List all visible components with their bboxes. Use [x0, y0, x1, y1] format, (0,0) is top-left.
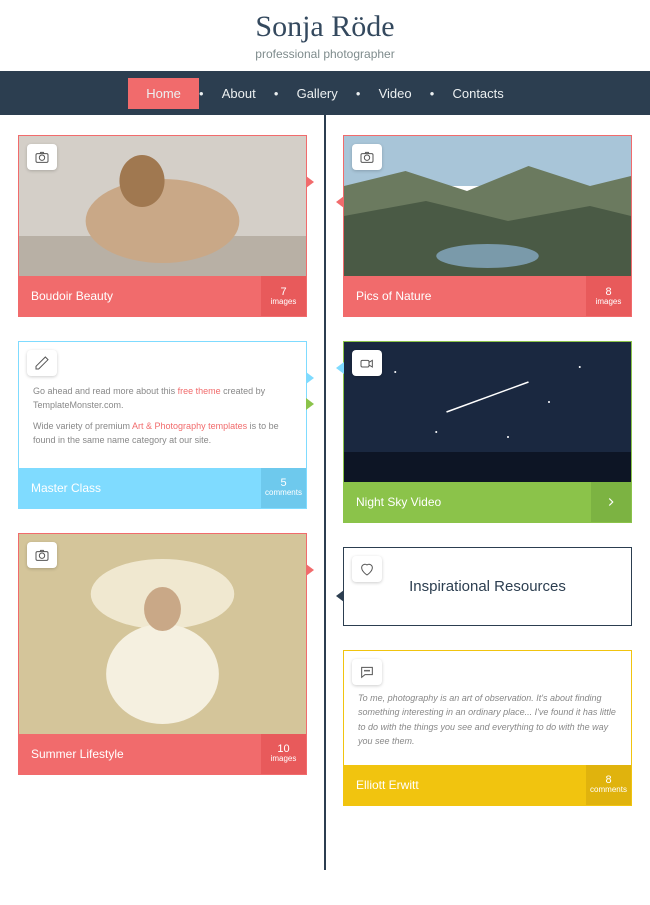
timeline-marker [306, 176, 314, 188]
nav-home[interactable]: Home [128, 78, 199, 109]
camera-icon [27, 144, 57, 170]
left-column: Boudoir Beauty 7images Go ahead and read… [0, 135, 325, 830]
card-image [344, 342, 631, 482]
comment-icon [352, 659, 382, 685]
play-button[interactable] [591, 482, 631, 522]
timeline-marker [306, 398, 314, 410]
image-count: 8images [586, 276, 631, 316]
timeline-marker [336, 196, 344, 208]
card-resources[interactable]: Inspirational Resources [343, 547, 632, 626]
card-boudoir[interactable]: Boudoir Beauty 7images [18, 135, 307, 317]
card-image [344, 136, 631, 276]
quote-text: To me, photography is an art of observat… [344, 651, 631, 765]
timeline-marker [336, 362, 344, 374]
timeline-marker [306, 372, 314, 384]
card-image [19, 534, 306, 734]
card-master-class[interactable]: Go ahead and read more about this free t… [18, 341, 307, 509]
comment-count: 8comments [586, 765, 631, 805]
comment-count: 5comments [261, 468, 306, 508]
image-count: 10images [261, 734, 306, 774]
card-image [19, 136, 306, 276]
image-count: 7images [261, 276, 306, 316]
right-column: Pics of Nature 8images Night Sky Video I… [325, 135, 650, 830]
timeline: Boudoir Beauty 7images Go ahead and read… [0, 115, 650, 870]
card-nature[interactable]: Pics of Nature 8images [343, 135, 632, 317]
card-night-sky[interactable]: Night Sky Video [343, 341, 632, 523]
templates-link[interactable]: Art & Photography templates [132, 421, 247, 431]
camera-icon [27, 542, 57, 568]
card-title: Pics of Nature [344, 276, 586, 316]
site-header: Sonja Röde professional photographer [0, 0, 650, 71]
main-nav: Home ● About ● Gallery ● Video ● Contact… [0, 71, 650, 115]
timeline-line [324, 115, 326, 870]
timeline-marker [306, 564, 314, 576]
pencil-icon [27, 350, 57, 376]
card-title: Night Sky Video [344, 482, 591, 522]
camera-icon [352, 144, 382, 170]
card-elliott[interactable]: To me, photography is an art of observat… [343, 650, 632, 806]
card-title: Inspirational Resources [344, 548, 631, 625]
free-theme-link[interactable]: free theme [178, 386, 221, 396]
nav-video[interactable]: Video [361, 78, 430, 109]
card-title: Master Class [19, 468, 261, 508]
card-title: Summer Lifestyle [19, 734, 261, 774]
card-title: Boudoir Beauty [19, 276, 261, 316]
heart-icon [352, 556, 382, 582]
nav-about[interactable]: About [204, 78, 274, 109]
timeline-marker [336, 590, 344, 602]
site-subtitle: professional photographer [0, 47, 650, 61]
video-icon [352, 350, 382, 376]
card-title: Elliott Erwitt [344, 765, 586, 805]
nav-gallery[interactable]: Gallery [279, 78, 356, 109]
site-title: Sonja Röde [0, 10, 650, 44]
card-body: Go ahead and read more about this free t… [19, 342, 306, 468]
nav-contacts[interactable]: Contacts [434, 78, 521, 109]
card-summer[interactable]: Summer Lifestyle 10images [18, 533, 307, 775]
